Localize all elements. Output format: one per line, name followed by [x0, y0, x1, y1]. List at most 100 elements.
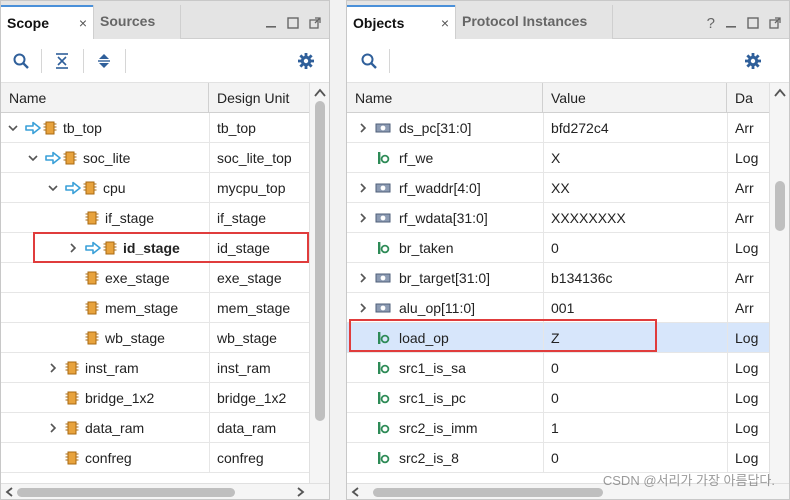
object-row[interactable]: rf_waddr[4:0] XX Arr: [347, 173, 769, 203]
design-unit: if_stage: [217, 210, 267, 226]
help-icon[interactable]: ?: [707, 15, 715, 32]
scope-vertical-scrollbar[interactable]: [309, 83, 329, 483]
expand-chevron-icon[interactable]: [357, 122, 369, 134]
object-value: XX: [551, 180, 570, 196]
module-icon: [85, 211, 99, 225]
design-unit: soc_lite_top: [217, 150, 292, 166]
scope-tree-row[interactable]: soc_lite soc_lite_top: [1, 143, 309, 173]
scope-tree-row[interactable]: id_stage id_stage: [1, 233, 309, 263]
tab-scope-close-icon[interactable]: ×: [79, 7, 87, 39]
scope-tree-row[interactable]: confreg confreg: [1, 443, 309, 473]
scroll-up-icon[interactable]: [774, 88, 786, 98]
bus-signal-icon: [375, 183, 391, 193]
object-name: br_taken: [399, 240, 454, 256]
panel-splitter[interactable]: [330, 0, 346, 500]
objects-vertical-scrollbar[interactable]: [769, 83, 789, 483]
object-row[interactable]: src2_is_imm 1 Log: [347, 413, 769, 443]
expand-chevron-icon[interactable]: [47, 422, 59, 434]
scope-tree-row[interactable]: tb_top tb_top: [1, 113, 309, 143]
object-value: 0: [551, 450, 559, 466]
design-unit: data_ram: [217, 420, 277, 436]
scope-vscroll-thumb[interactable]: [315, 101, 325, 421]
scope-tree-row[interactable]: mem_stage mem_stage: [1, 293, 309, 323]
collapse-all-icon[interactable]: [52, 51, 72, 71]
object-value: 1: [551, 420, 559, 436]
tab-scope[interactable]: Scope ×: [1, 5, 93, 39]
scope-tree-row[interactable]: data_ram data_ram: [1, 413, 309, 443]
object-row[interactable]: br_taken 0 Log: [347, 233, 769, 263]
objects-toolbar: [347, 39, 789, 83]
scope-hscroll-thumb[interactable]: [17, 488, 235, 497]
scope-tree-row[interactable]: cpu mycpu_top: [1, 173, 309, 203]
object-value: 0: [551, 240, 559, 256]
expand-chevron-icon[interactable]: [47, 362, 59, 374]
scope-tree-row[interactable]: if_stage if_stage: [1, 203, 309, 233]
object-row[interactable]: src2_is_8 0 Log: [347, 443, 769, 473]
object-row[interactable]: rf_we X Log: [347, 143, 769, 173]
tab-sources[interactable]: Sources: [93, 5, 181, 39]
maximize-icon[interactable]: [287, 17, 299, 29]
minimize-icon[interactable]: [265, 17, 277, 29]
settings-gear-icon[interactable]: [296, 51, 316, 71]
scope-tree-row[interactable]: wb_stage wb_stage: [1, 323, 309, 353]
object-row[interactable]: rf_wdata[31:0] XXXXXXXX Arr: [347, 203, 769, 233]
settings-gear-icon[interactable]: [743, 51, 763, 71]
design-unit: mem_stage: [217, 300, 291, 316]
instance-arrow-icon: [65, 181, 81, 195]
expand-chevron-icon[interactable]: [357, 272, 369, 284]
maximize-icon[interactable]: [747, 17, 759, 29]
column-header-name[interactable]: Name: [347, 83, 543, 113]
collapse-chevron-icon[interactable]: [7, 122, 19, 134]
column-header-value[interactable]: Value: [543, 83, 727, 113]
expand-all-icon[interactable]: [94, 51, 114, 71]
float-window-icon[interactable]: [309, 17, 321, 29]
object-name: src2_is_imm: [399, 420, 478, 436]
scope-name: soc_lite: [83, 150, 131, 166]
column-header-data-type[interactable]: Da: [727, 83, 769, 113]
scope-name: id_stage: [123, 240, 180, 256]
scroll-left-icon[interactable]: [5, 487, 15, 497]
object-row[interactable]: br_target[31:0] b134136c Arr: [347, 263, 769, 293]
collapse-chevron-icon[interactable]: [47, 182, 59, 194]
expand-chevron-icon[interactable]: [357, 302, 369, 314]
scope-name: wb_stage: [105, 330, 165, 346]
object-row[interactable]: load_op Z Log: [347, 323, 769, 353]
scope-tree-row[interactable]: exe_stage exe_stage: [1, 263, 309, 293]
objects-vscroll-thumb[interactable]: [775, 181, 785, 231]
scope-tree-row[interactable]: bridge_1x2 bridge_1x2: [1, 383, 309, 413]
scroll-right-icon[interactable]: [295, 487, 305, 497]
scope-tree-row[interactable]: inst_ram inst_ram: [1, 353, 309, 383]
module-icon: [43, 121, 57, 135]
float-window-icon[interactable]: [769, 17, 781, 29]
scroll-up-icon[interactable]: [314, 88, 326, 98]
module-icon: [85, 271, 99, 285]
object-row[interactable]: alu_op[11:0] 001 Arr: [347, 293, 769, 323]
module-icon: [83, 181, 97, 195]
column-header-design-unit[interactable]: Design Unit: [209, 83, 309, 113]
tab-objects-close-icon[interactable]: ×: [441, 7, 449, 39]
objects-hscroll-thumb[interactable]: [373, 488, 603, 497]
expand-chevron-icon[interactable]: [67, 242, 79, 254]
object-row[interactable]: src1_is_pc 0 Log: [347, 383, 769, 413]
scope-horizontal-scrollbar[interactable]: [1, 483, 329, 499]
search-icon[interactable]: [11, 51, 31, 71]
minimize-icon[interactable]: [725, 17, 737, 29]
object-row[interactable]: src1_is_sa 0 Log: [347, 353, 769, 383]
instance-arrow-icon: [45, 151, 61, 165]
expand-chevron-icon[interactable]: [357, 212, 369, 224]
logic-signal-icon: [378, 452, 390, 464]
tab-objects[interactable]: Objects ×: [347, 5, 455, 39]
object-name: src1_is_sa: [399, 360, 466, 376]
design-unit: confreg: [217, 450, 264, 466]
column-header-name[interactable]: Name: [1, 83, 209, 113]
object-data-type: Log: [735, 360, 759, 376]
expand-chevron-icon[interactable]: [357, 182, 369, 194]
collapse-chevron-icon[interactable]: [27, 152, 39, 164]
search-icon[interactable]: [359, 51, 379, 71]
logic-signal-icon: [378, 362, 390, 374]
module-icon: [65, 361, 79, 375]
tab-protocol-instances[interactable]: Protocol Instances: [455, 5, 613, 39]
object-data-type: Log: [735, 420, 759, 436]
object-row[interactable]: ds_pc[31:0] bfd272c4 Arr: [347, 113, 769, 143]
scroll-left-icon[interactable]: [351, 487, 361, 497]
